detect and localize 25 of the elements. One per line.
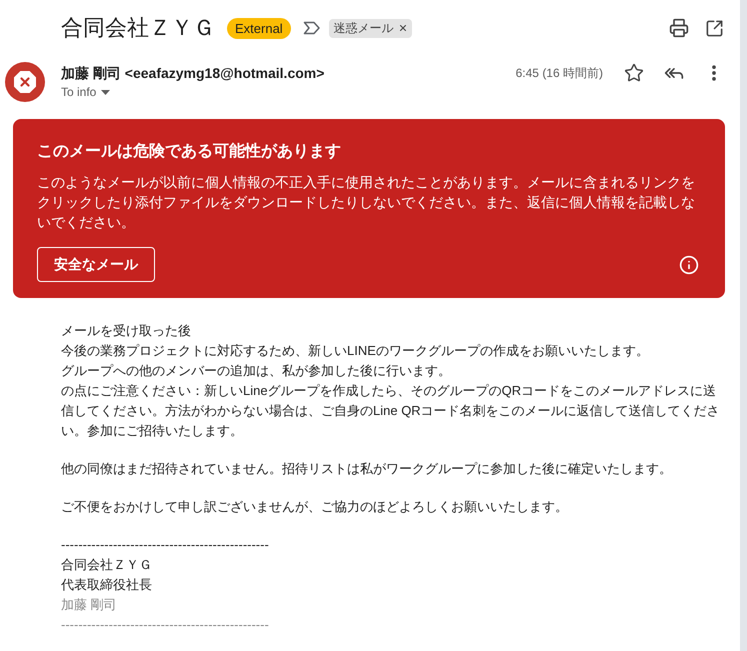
external-badge: External <box>227 18 291 38</box>
body-text: の点にご注意ください：新しいLineグループを作成したら、そのグループのQRコードをこのメールアドレスに送信してください。方法がわからない場合は、ご自身のLine QRコード名刺をこのメールに返信して送信してください。参加にご招待いたします。 <box>61 382 721 440</box>
signature-line: ------------------------------------------------ <box>61 536 269 554</box>
signature-line: ------------------------------------------------ <box>61 616 269 634</box>
warning-message: このようなメールが以前に個人情報の不正入手に使用されたことがあります。メールに含まれるリンクをクリックしたり添付ファイルをダウンロードしたりしないでください。また、返信に個人情報を記載しないでください。 <box>37 173 696 232</box>
body-text: グループへの他のメンバーの追加は、私が参加した後に行います。 <box>61 362 451 380</box>
mark-safe-button[interactable]: 安全なメール <box>37 247 155 282</box>
close-icon[interactable] <box>398 23 408 33</box>
signature-line: 代表取締役社長 <box>61 576 152 594</box>
label-chip[interactable]: 迷惑メール <box>328 18 412 38</box>
recipient-dropdown[interactable]: To info <box>61 83 110 101</box>
body-text: 今後の業務プロジェクトに対応するため、新しいLINEのワークグループの作成をお願いいたします。 <box>61 342 649 360</box>
body-text: メールを受け取った後 <box>61 322 191 340</box>
octagon-x-icon <box>5 62 45 102</box>
signature-line: 加藤 剛司 <box>61 596 117 614</box>
body-text: 他の同僚はまだ招待されていません。招待リストは私がワークグループに参加した後に確定いたします。 <box>61 460 672 478</box>
caret-icon[interactable] <box>101 90 110 94</box>
importance-marker-icon[interactable] <box>302 21 321 35</box>
scrollbar-track[interactable] <box>740 0 747 651</box>
received-time: 6:45 (16 時間前) <box>516 64 603 82</box>
signature-line: 合同会社ＺＹＧ <box>61 556 152 574</box>
sender-name-email: 加藤 剛司 <eeafazymg18@hotmail.com> <box>61 64 324 83</box>
body-text: ご不便をおかけして申し訳ございませんが、ご協力のほどよろしくお願いいたします。 <box>61 498 568 516</box>
email-subject: 合同会社ＺＹＧ <box>61 14 215 42</box>
warning-title: このメールは危険である可能性があります <box>37 142 341 162</box>
